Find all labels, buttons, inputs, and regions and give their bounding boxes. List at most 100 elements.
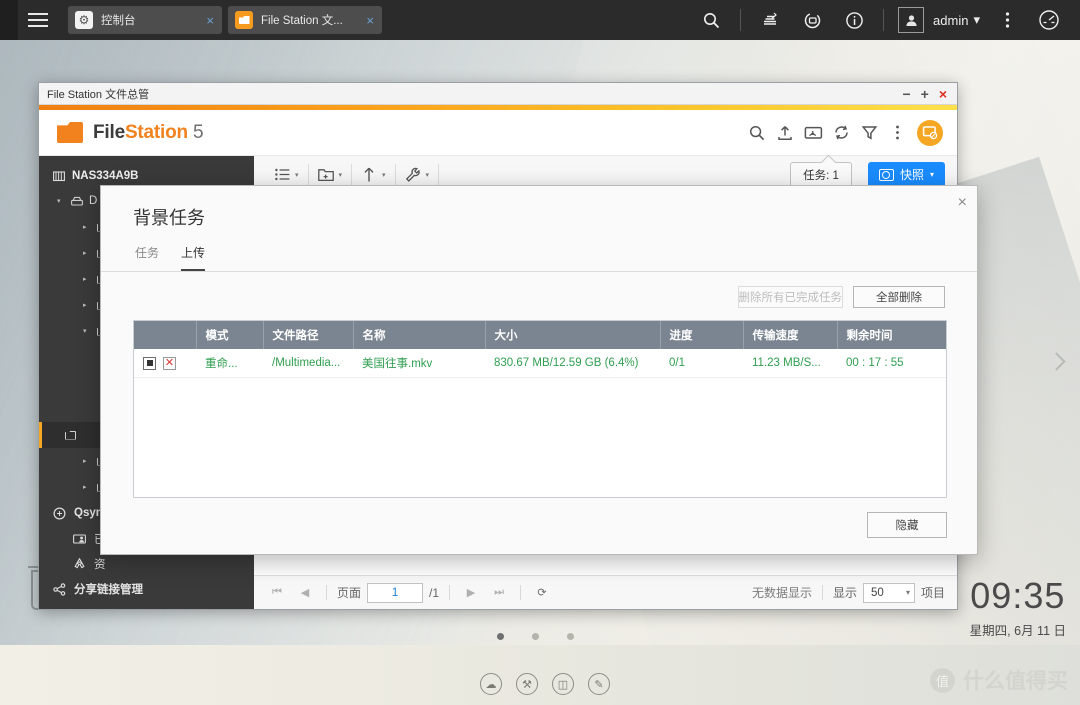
search-icon[interactable] bbox=[690, 0, 732, 40]
background-task-icon[interactable] bbox=[791, 0, 833, 40]
refresh-list-button[interactable]: ⟳ bbox=[531, 582, 553, 604]
stop-task-icon[interactable] bbox=[143, 356, 156, 370]
tab-tasks[interactable]: 任务 bbox=[135, 244, 159, 271]
nas-server-icon bbox=[53, 170, 65, 181]
close-button[interactable]: × bbox=[939, 87, 947, 101]
row-speed: 11.23 MB/S... bbox=[743, 349, 837, 378]
folder-icon bbox=[235, 11, 253, 29]
snapshot-button[interactable]: 快照 ▾ bbox=[867, 161, 945, 188]
table-row[interactable]: ✕ 重命... /Multimedia... 美国往事.mkv 830.67 M… bbox=[134, 349, 946, 378]
tools-icon[interactable]: ⚒ bbox=[516, 673, 538, 695]
chevron-right-icon[interactable]: ▸ bbox=[83, 275, 91, 283]
clear-completed-button[interactable]: 删除所有已完成任务 bbox=[737, 286, 843, 308]
task-table-header-row: 模式 文件路径 名称 大小 进度 传输速度 剩余时间 bbox=[134, 321, 946, 349]
recycle-icon bbox=[74, 557, 85, 569]
task-table-wrapper[interactable]: 模式 文件路径 名称 大小 进度 传输速度 剩余时间 ✕ 重命... /Mult… bbox=[133, 320, 947, 498]
upload-button[interactable]: ▾ bbox=[352, 162, 395, 188]
page-dot-1[interactable] bbox=[497, 633, 504, 640]
column-mode[interactable]: 模式 bbox=[196, 321, 264, 349]
chevron-right-icon[interactable]: ▸ bbox=[83, 457, 91, 465]
cloud-icon[interactable]: ☁ bbox=[480, 673, 502, 695]
window-controls: − + × bbox=[902, 87, 951, 101]
toolbar-separator-4 bbox=[438, 163, 440, 186]
page-number-input[interactable]: 1 bbox=[367, 582, 424, 603]
last-page-button[interactable]: ⏭ bbox=[488, 582, 510, 604]
desktop-page-dots[interactable] bbox=[497, 633, 574, 640]
filter-icon[interactable] bbox=[855, 118, 883, 148]
minimize-button[interactable]: − bbox=[902, 87, 910, 101]
upload-icon[interactable] bbox=[771, 118, 799, 148]
notes-icon[interactable]: ✎ bbox=[588, 673, 610, 695]
page-dot-3[interactable] bbox=[567, 633, 574, 640]
clear-all-button[interactable]: 全部删除 bbox=[853, 286, 945, 308]
info-icon[interactable] bbox=[833, 0, 875, 40]
sidebar-item-shared-with-me[interactable]: 与我分享 bbox=[39, 602, 254, 609]
hide-button[interactable]: 隐藏 bbox=[867, 512, 947, 538]
file-station-app-icon[interactable] bbox=[917, 119, 943, 146]
chevron-right-icon[interactable]: ▸ bbox=[83, 301, 91, 309]
hamburger-line-2 bbox=[28, 19, 48, 21]
chevron-down-icon[interactable]: ▾ bbox=[426, 171, 430, 179]
user-menu[interactable]: admin ▾ bbox=[892, 7, 986, 33]
sidebar-root-label: NAS334A9B bbox=[72, 170, 139, 182]
chevron-down-icon[interactable]: ▾ bbox=[382, 171, 386, 179]
column-progress[interactable]: 进度 bbox=[660, 321, 744, 349]
column-size[interactable]: 大小 bbox=[485, 321, 661, 349]
status-separator-2 bbox=[449, 585, 451, 600]
book-icon[interactable]: ◫ bbox=[552, 673, 574, 695]
column-name[interactable]: 名称 bbox=[353, 321, 486, 349]
page-dot-2[interactable] bbox=[532, 633, 539, 640]
sidebar-item-share-links[interactable]: 分享链接管理 bbox=[39, 576, 254, 602]
remote-mount-icon[interactable] bbox=[799, 118, 827, 148]
file-station-logo-text: FileStation 5 bbox=[93, 121, 204, 144]
next-page-button[interactable]: ▶ bbox=[460, 582, 482, 604]
status-separator-4 bbox=[821, 585, 823, 600]
dialog-close-icon[interactable]: × bbox=[958, 194, 967, 212]
notification-log-icon[interactable] bbox=[749, 0, 791, 40]
view-mode-button[interactable]: ▾ bbox=[266, 162, 308, 188]
tab-control-panel[interactable]: ⚙ 控制台 × bbox=[68, 6, 222, 34]
chevron-down-icon[interactable]: ▾ bbox=[57, 197, 65, 205]
column-path[interactable]: 文件路径 bbox=[263, 321, 354, 349]
task-table-body: ✕ 重命... /Multimedia... 美国往事.mkv 830.67 M… bbox=[134, 349, 946, 378]
column-speed[interactable]: 传输速度 bbox=[743, 321, 838, 349]
watermark-text: 什么值得买 bbox=[963, 670, 1068, 693]
chevron-down-icon[interactable]: ▾ bbox=[83, 327, 91, 335]
dashboard-gauge-icon[interactable] bbox=[1028, 0, 1070, 40]
column-controls[interactable] bbox=[134, 321, 197, 349]
new-folder-button[interactable]: ▾ bbox=[309, 162, 352, 188]
tab-upload[interactable]: 上传 bbox=[181, 244, 206, 271]
page-next-chevron-icon[interactable] bbox=[1048, 352, 1064, 378]
file-station-titlebar[interactable]: File Station 文件总管 − + × bbox=[39, 83, 957, 105]
refresh-icon[interactable] bbox=[827, 118, 855, 148]
desktop-dock[interactable]: ☁ ⚒ ◫ ✎ bbox=[480, 673, 610, 695]
chevron-right-icon[interactable]: ▸ bbox=[83, 483, 91, 491]
column-remaining[interactable]: 剩余时间 bbox=[837, 321, 946, 349]
shared-with-me-icon bbox=[53, 609, 66, 610]
cancel-task-icon[interactable]: ✕ bbox=[163, 356, 176, 370]
hamburger-icon[interactable] bbox=[18, 0, 58, 40]
chevron-down-icon[interactable]: ▾ bbox=[295, 171, 299, 179]
search-icon[interactable] bbox=[743, 118, 771, 148]
page-size-select[interactable]: 50 ▾ bbox=[862, 582, 915, 603]
chevron-right-icon[interactable]: ▸ bbox=[83, 223, 91, 231]
share-link-icon bbox=[53, 582, 66, 596]
qsync-icon bbox=[53, 506, 66, 520]
chevron-down-icon[interactable]: ▾ bbox=[339, 171, 343, 179]
kebab-menu-icon[interactable] bbox=[986, 0, 1028, 40]
row-progress: 0/1 bbox=[660, 349, 743, 378]
prev-page-button[interactable]: ◀ bbox=[294, 582, 316, 604]
first-page-button[interactable]: ⏮ bbox=[266, 582, 288, 604]
tools-button[interactable]: ▾ bbox=[396, 162, 439, 188]
row-controls: ✕ bbox=[134, 349, 196, 378]
chevron-down-icon[interactable]: ▾ bbox=[930, 170, 934, 179]
tab-file-station[interactable]: File Station 文... × bbox=[228, 6, 382, 34]
user-name: admin bbox=[933, 12, 969, 28]
maximize-button[interactable]: + bbox=[921, 87, 929, 101]
tab-control-panel-close-icon[interactable]: × bbox=[204, 14, 216, 27]
chevron-right-icon[interactable]: ▸ bbox=[83, 249, 91, 257]
tab-file-station-close-icon[interactable]: × bbox=[364, 14, 376, 27]
list-view-icon bbox=[275, 168, 290, 181]
more-options-icon[interactable] bbox=[883, 118, 911, 148]
logo-file: File bbox=[93, 121, 125, 143]
